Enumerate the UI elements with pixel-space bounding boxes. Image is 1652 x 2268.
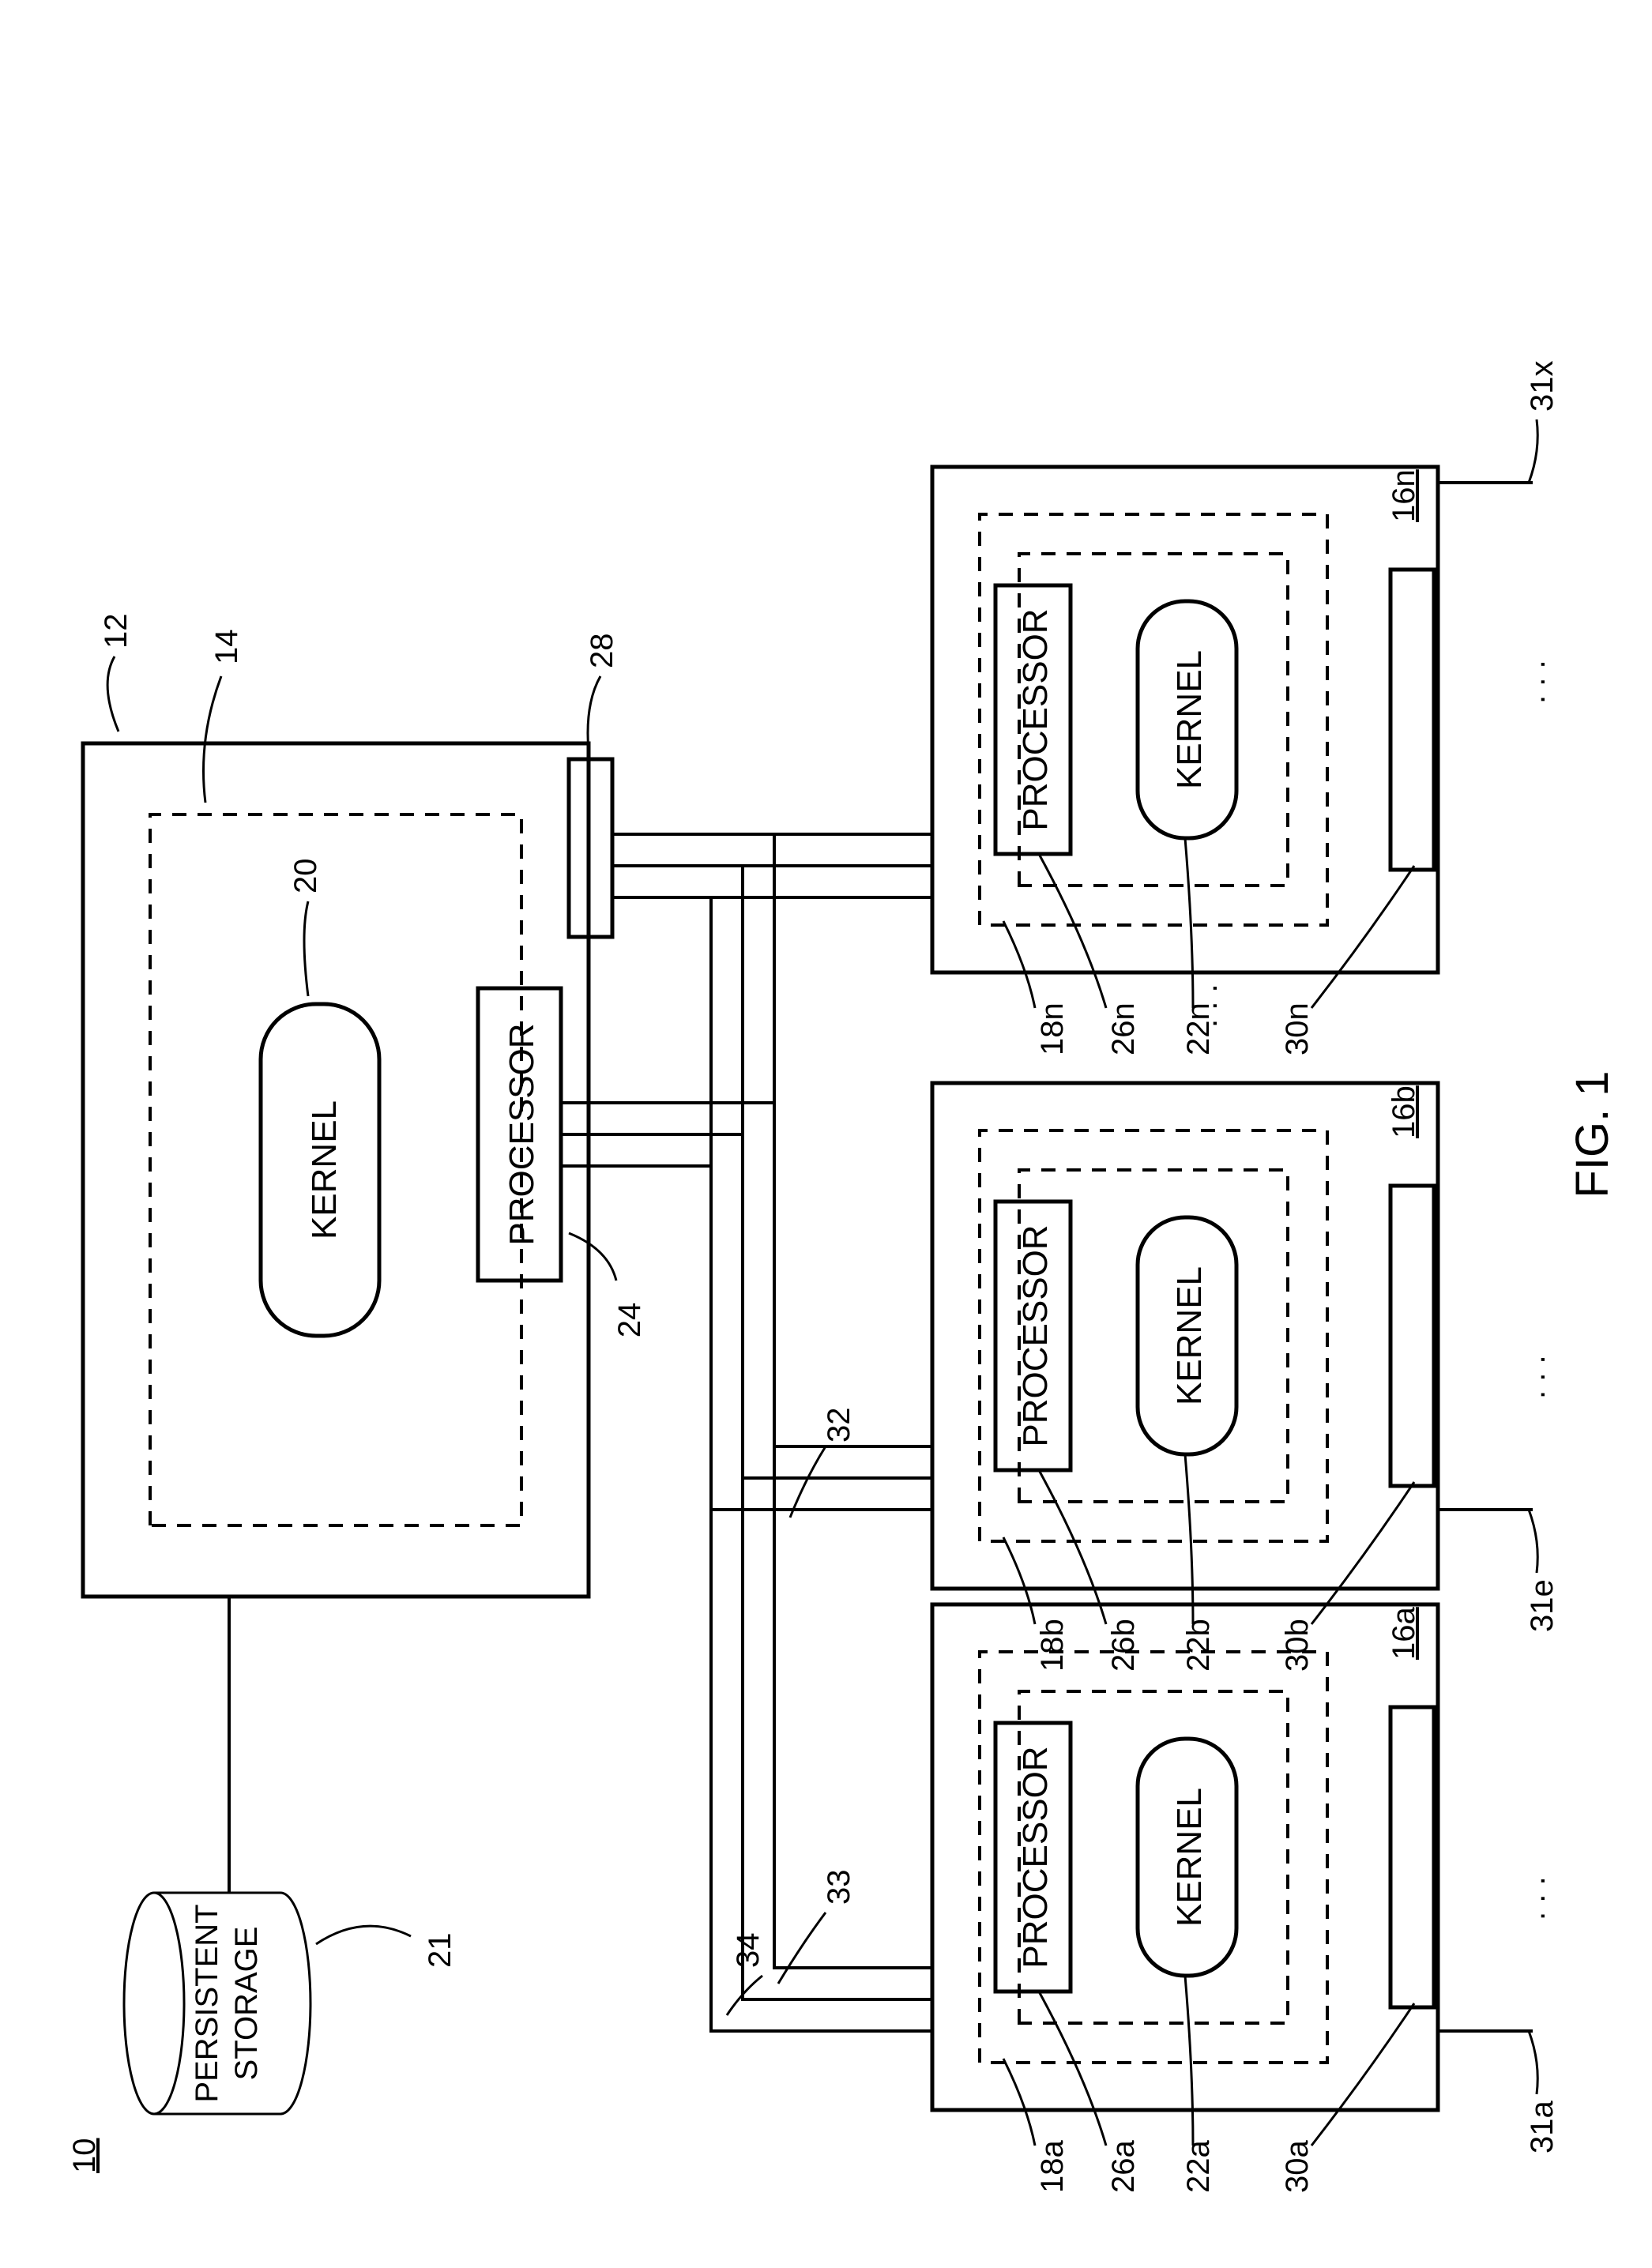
main-box-ref: 12 bbox=[99, 614, 134, 649]
svg-text:22a: 22a bbox=[1181, 2140, 1216, 2193]
svg-text:. . .: . . . bbox=[1517, 1355, 1552, 1399]
svg-text:18n: 18n bbox=[1035, 1002, 1070, 1055]
figure-1: 10 PERSISTENT STORAGE 21 12 14 KE bbox=[0, 0, 1652, 2268]
persistent-storage-line1: PERSISTENT bbox=[190, 1904, 224, 2102]
main-processor-label: PROCESSOR bbox=[502, 1023, 541, 1245]
figure-caption: FIG. 1 bbox=[1567, 1070, 1618, 1198]
svg-text:22n: 22n bbox=[1181, 1002, 1216, 1055]
persistent-storage: PERSISTENT STORAGE 21 bbox=[124, 1893, 457, 2114]
main-kernel-label: KERNEL bbox=[305, 1100, 344, 1239]
main-slave-ref: 28 bbox=[585, 634, 619, 669]
persistent-storage-line2: STORAGE bbox=[229, 1927, 264, 2081]
bus32-ref: 32 bbox=[822, 1408, 856, 1443]
main-unit: 12 14 KERNEL 20 PROCESSOR 24 28 bbox=[83, 614, 647, 1597]
svg-text:PROCESSOR: PROCESSOR bbox=[1016, 608, 1055, 830]
main-processor-ref: 24 bbox=[612, 1303, 647, 1338]
persistent-storage-ref: 21 bbox=[423, 1933, 457, 1969]
svg-text:16b: 16b bbox=[1387, 1085, 1421, 1138]
svg-text:. . .: . . . bbox=[1517, 1876, 1552, 1920]
svg-text:22b: 22b bbox=[1181, 1619, 1216, 1672]
bus34-ref: 34 bbox=[731, 1933, 766, 1969]
main-kernel-ref: 20 bbox=[288, 859, 323, 894]
svg-text:PROCESSOR: PROCESSOR bbox=[1016, 1746, 1055, 1968]
svg-text:KERNEL: KERNEL bbox=[1170, 1266, 1209, 1405]
bus33-ref: 33 bbox=[822, 1870, 856, 1905]
svg-text:PROCESSOR: PROCESSOR bbox=[1016, 1224, 1055, 1446]
bus-lines: 34 33 32 bbox=[561, 834, 932, 2031]
svg-text:. . .: . . . bbox=[1517, 660, 1552, 704]
client-n: PROCESSOR KERNEL 16n 18n 26n 22n 30n 31x… bbox=[932, 361, 1560, 1056]
client-b: PROCESSOR KERNEL 16b 18b 26b 22b 30b 31e… bbox=[932, 1083, 1560, 1672]
svg-text:31e: 31e bbox=[1525, 1579, 1560, 1632]
svg-text:26b: 26b bbox=[1106, 1619, 1141, 1672]
svg-text:26a: 26a bbox=[1106, 2140, 1141, 2193]
svg-text:16a: 16a bbox=[1387, 1607, 1421, 1660]
svg-text:18a: 18a bbox=[1035, 2140, 1070, 2193]
figure-ref: 10 bbox=[67, 2138, 102, 2174]
svg-text:KERNEL: KERNEL bbox=[1170, 650, 1209, 789]
svg-text:18b: 18b bbox=[1035, 1619, 1070, 1672]
client-a: PROCESSOR KERNEL 16a 18a 26a 22a 30a 31a… bbox=[932, 1604, 1560, 2193]
svg-text:26n: 26n bbox=[1106, 1002, 1141, 1055]
svg-text:16n: 16n bbox=[1387, 469, 1421, 522]
main-dash-ref: 14 bbox=[209, 630, 244, 665]
svg-text:31x: 31x bbox=[1525, 361, 1560, 412]
svg-text:30a: 30a bbox=[1280, 2140, 1315, 2193]
svg-text:KERNEL: KERNEL bbox=[1170, 1788, 1209, 1927]
svg-text:30b: 30b bbox=[1280, 1619, 1315, 1672]
svg-text:31a: 31a bbox=[1525, 2101, 1560, 2153]
svg-text:30n: 30n bbox=[1280, 1002, 1315, 1055]
